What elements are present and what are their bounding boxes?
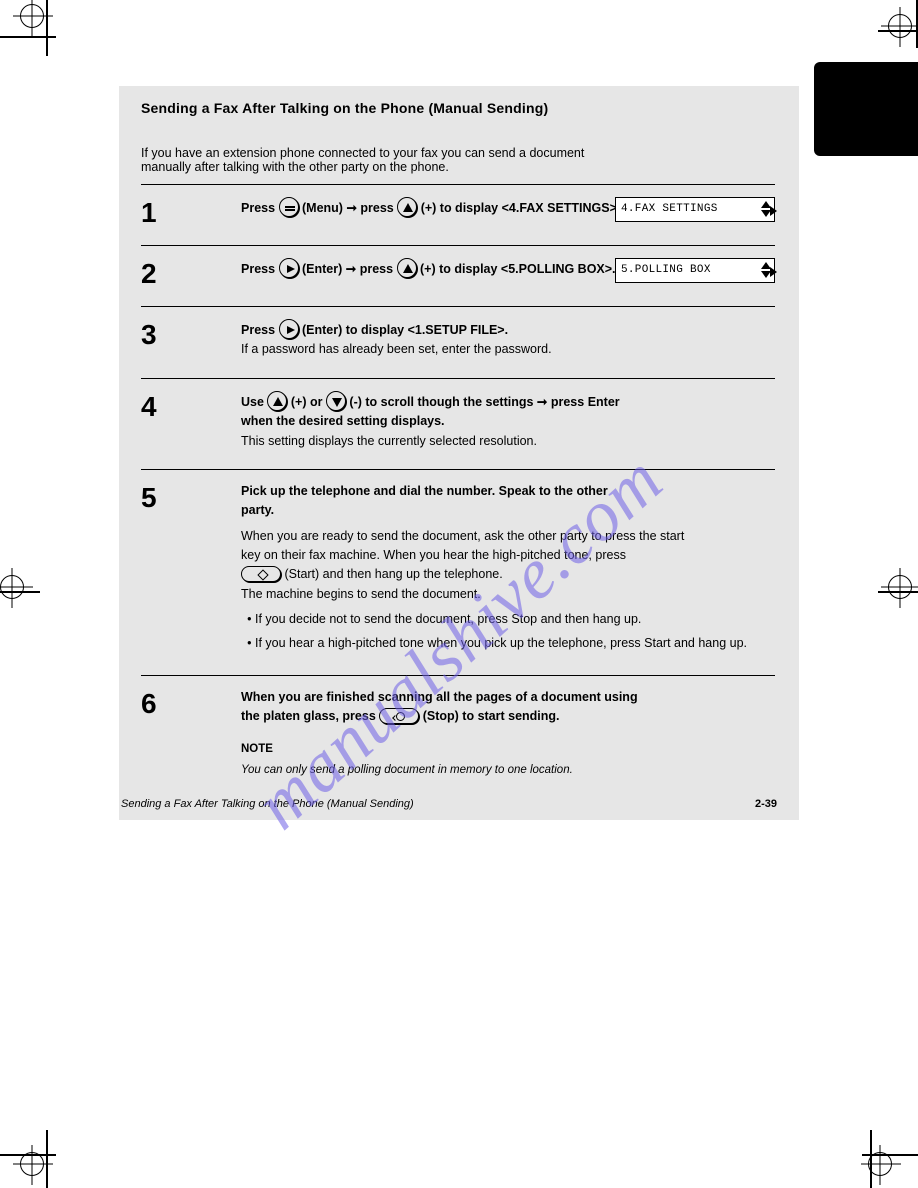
step-row: 3 Press (Enter) to display <1.SETUP FILE… [141,319,775,360]
start-key-icon [241,566,281,582]
step-text: Use (+) or (-) to scroll though the sett… [241,391,775,432]
list-item: If you decide not to send the document, … [255,610,775,629]
plus-key-icon [397,197,417,217]
plus-key-icon [267,391,287,411]
step-row: 6 When you are finished scanning all the… [141,688,775,780]
step-subtext-part: When you are ready to send the document,… [241,529,684,562]
page-title: Sending a Fax After Talking on the Phone… [141,100,775,116]
step-text: Press (Enter) to display <1.SETUP FILE>. [241,319,775,340]
crop-mark [888,14,918,44]
manual-page: Sending a Fax After Talking on the Phone… [119,86,799,820]
crop-mark [20,1152,50,1182]
divider [141,675,775,676]
lcd-text: 5.POLLING BOX [616,259,760,282]
step-number: 4 [141,391,241,421]
lcd-text: 4.FAX SETTINGS [616,198,760,221]
intro-text: If you have an extension phone connected… [141,146,775,174]
divider [141,245,775,246]
step-number: 6 [141,688,241,718]
enter-key-icon [279,319,299,339]
crop-mark [0,575,30,605]
step-number: 3 [141,319,241,349]
note-body: You can only send a polling document in … [241,762,775,780]
stop-key-icon [379,708,419,724]
menu-key-icon [279,197,299,217]
step-text: Pick up the telephone and dial the numbe… [241,482,775,521]
minus-key-icon [326,391,346,411]
section-tab [814,62,918,156]
divider [141,469,775,470]
step-bullets: If you decide not to send the document, … [241,610,775,653]
divider [141,306,775,307]
step-subtext: When you are ready to send the document,… [241,527,775,605]
divider [141,184,775,185]
page-footer: Sending a Fax After Talking on the Phone… [119,798,777,810]
step-subtext: This setting displays the currently sele… [241,432,775,451]
footer-right: 2-39 [755,798,777,810]
list-item: If you hear a high-pitched tone when you… [255,634,775,653]
step-number: 5 [141,482,241,512]
crop-mark [888,575,918,605]
step-subtext: If a password has already been set, ente… [241,340,775,359]
note-block: NOTE You can only send a polling documen… [241,741,775,781]
note-title: NOTE [241,741,775,759]
step-text: When you are finished scanning all the p… [241,688,775,727]
crop-mark [868,1152,898,1182]
step-row: 5 Pick up the telephone and dial the num… [141,482,775,657]
enter-key-icon [279,258,299,278]
lcd-display: 5.POLLING BOX [615,258,775,283]
step-row: 2 Press (Enter) ➞ press (+) to display <… [141,258,775,288]
step-row: 1 Press (Menu) ➞ press (+) to display <4… [141,197,775,227]
step-number: 1 [141,197,241,227]
footer-left: Sending a Fax After Talking on the Phone… [119,798,414,810]
step-row: 4 Use (+) or (-) to scroll though the se… [141,391,775,451]
step-number: 2 [141,258,241,288]
lcd-display: 4.FAX SETTINGS [615,197,775,222]
crop-mark [20,4,50,34]
plus-key-icon [397,258,417,278]
divider [141,378,775,379]
